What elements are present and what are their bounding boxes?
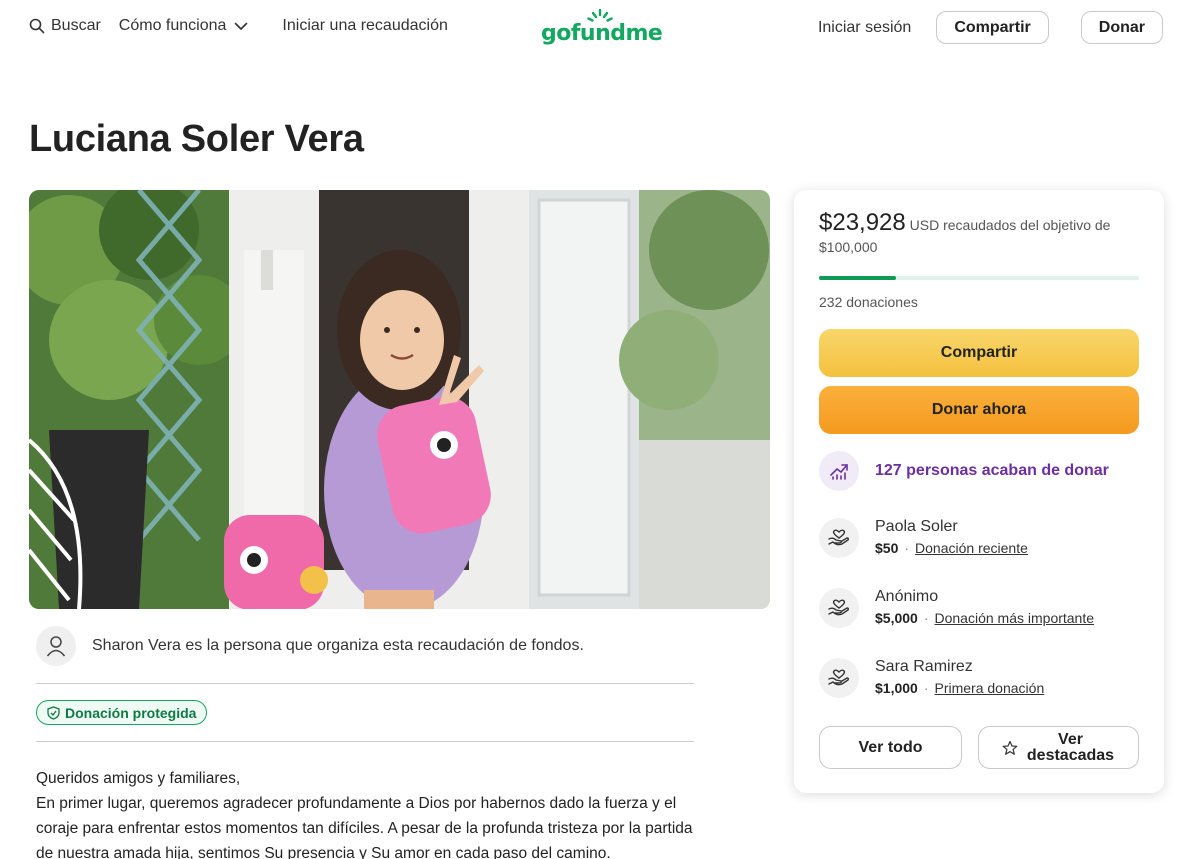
chevron-down-icon <box>235 22 248 30</box>
campaign-photo <box>29 190 770 609</box>
donor-avatar <box>819 588 859 628</box>
logo-sprout-icon <box>587 8 613 22</box>
divider <box>36 741 694 742</box>
organizer-text: Sharon Vera es la persona que organiza e… <box>92 637 584 654</box>
trending-icon <box>830 464 848 480</box>
donor-amount: $50 <box>875 540 899 556</box>
gofundme-logo[interactable]: gofundme <box>541 8 663 48</box>
donations-count: 232 donaciones <box>819 294 918 310</box>
how-it-works-label: Cómo funciona <box>118 17 227 34</box>
start-fundraiser-label: Iniciar una recaudación <box>282 17 448 34</box>
donation-card: $23,928 USD recaudados del objetivo de $… <box>794 190 1164 793</box>
shield-icon <box>47 705 60 720</box>
search-label: Buscar <box>51 17 101 34</box>
donor-row: Sara Ramirez $1,000 · Primera donación <box>819 657 1044 699</box>
trend-label: 127 personas acaban de donar <box>875 462 1109 479</box>
raised-summary: $23,928 USD recaudados del objetivo de $… <box>819 209 1139 258</box>
donor-tag-link[interactable]: Donación reciente <box>915 540 1028 556</box>
raised-amount: $23,928 <box>819 209 906 236</box>
header-donate-button[interactable]: Donar <box>1080 11 1163 44</box>
see-top-button[interactable]: Ver destacadas <box>978 726 1139 769</box>
protected-donation-badge[interactable]: Donación protegida <box>36 700 208 725</box>
story-text: Queridos amigos y familiares, En primer … <box>36 766 696 859</box>
star-icon <box>1002 740 1017 755</box>
donor-row: Paola Soler $50 · Donación reciente <box>819 517 1028 559</box>
separator: · <box>923 680 929 696</box>
page-title: Luciana Soler Vera <box>29 118 364 160</box>
organizer-avatar <box>36 626 76 666</box>
donor-row: Anónimo $5,000 · Donación más importante <box>819 587 1094 629</box>
see-all-button[interactable]: Ver todo <box>819 726 962 769</box>
progress-bar <box>819 276 1139 280</box>
donor-avatar <box>819 658 859 698</box>
separator: · <box>923 610 929 626</box>
how-it-works-menu[interactable]: Cómo funciona <box>119 17 255 35</box>
donor-name: Paola Soler <box>875 518 958 535</box>
separator: · <box>904 540 910 556</box>
donor-hands-icon <box>828 599 850 616</box>
donor-name: Anónimo <box>875 588 939 605</box>
top-nav: Buscar Cómo funciona Iniciar una recauda… <box>0 0 1200 56</box>
donor-hands-icon <box>828 669 850 686</box>
see-top-label: Ver destacadas <box>1026 730 1115 764</box>
divider <box>36 683 694 684</box>
logo-wordmark: gofundme <box>541 21 663 46</box>
donate-now-button[interactable]: Donar ahora <box>819 386 1139 434</box>
donor-detail: $50 · Donación reciente <box>875 537 1028 559</box>
recent-donations-trend[interactable]: 127 personas acaban de donar <box>819 451 1109 491</box>
donor-tag-link[interactable]: Donación más importante <box>935 610 1095 626</box>
donor-detail: $5,000 · Donación más importante <box>875 607 1094 629</box>
donor-detail: $1,000 · Primera donación <box>875 677 1044 699</box>
donor-hands-icon <box>828 529 850 546</box>
user-icon <box>46 636 66 657</box>
organizer-row: Sharon Vera es la persona que organiza e… <box>36 626 584 666</box>
story-greeting: Queridos amigos y familiares, <box>36 770 241 787</box>
login-link[interactable]: Iniciar sesión <box>818 19 911 37</box>
story-paragraph: En primer lugar, queremos agradecer prof… <box>36 795 693 859</box>
campaign-photo-illustration <box>29 190 770 609</box>
protected-donation-label: Donación protegida <box>65 704 197 721</box>
search-link[interactable]: Buscar <box>29 17 101 35</box>
donor-amount: $1,000 <box>875 680 918 696</box>
search-icon <box>29 18 45 34</box>
trend-icon-wrap <box>819 451 859 491</box>
share-button[interactable]: Compartir <box>819 329 1139 377</box>
donor-amount: $5,000 <box>875 610 918 626</box>
nav-left: Buscar Cómo funciona Iniciar una recauda… <box>29 17 466 35</box>
donor-name: Sara Ramirez <box>875 658 973 675</box>
donor-tag-link[interactable]: Primera donación <box>935 680 1045 696</box>
start-fundraiser-link[interactable]: Iniciar una recaudación <box>282 17 447 35</box>
header-share-button[interactable]: Compartir <box>936 11 1049 44</box>
nav-right: Iniciar sesión Compartir Donar <box>818 11 1163 44</box>
donor-avatar <box>819 518 859 558</box>
progress-fill <box>819 276 896 280</box>
